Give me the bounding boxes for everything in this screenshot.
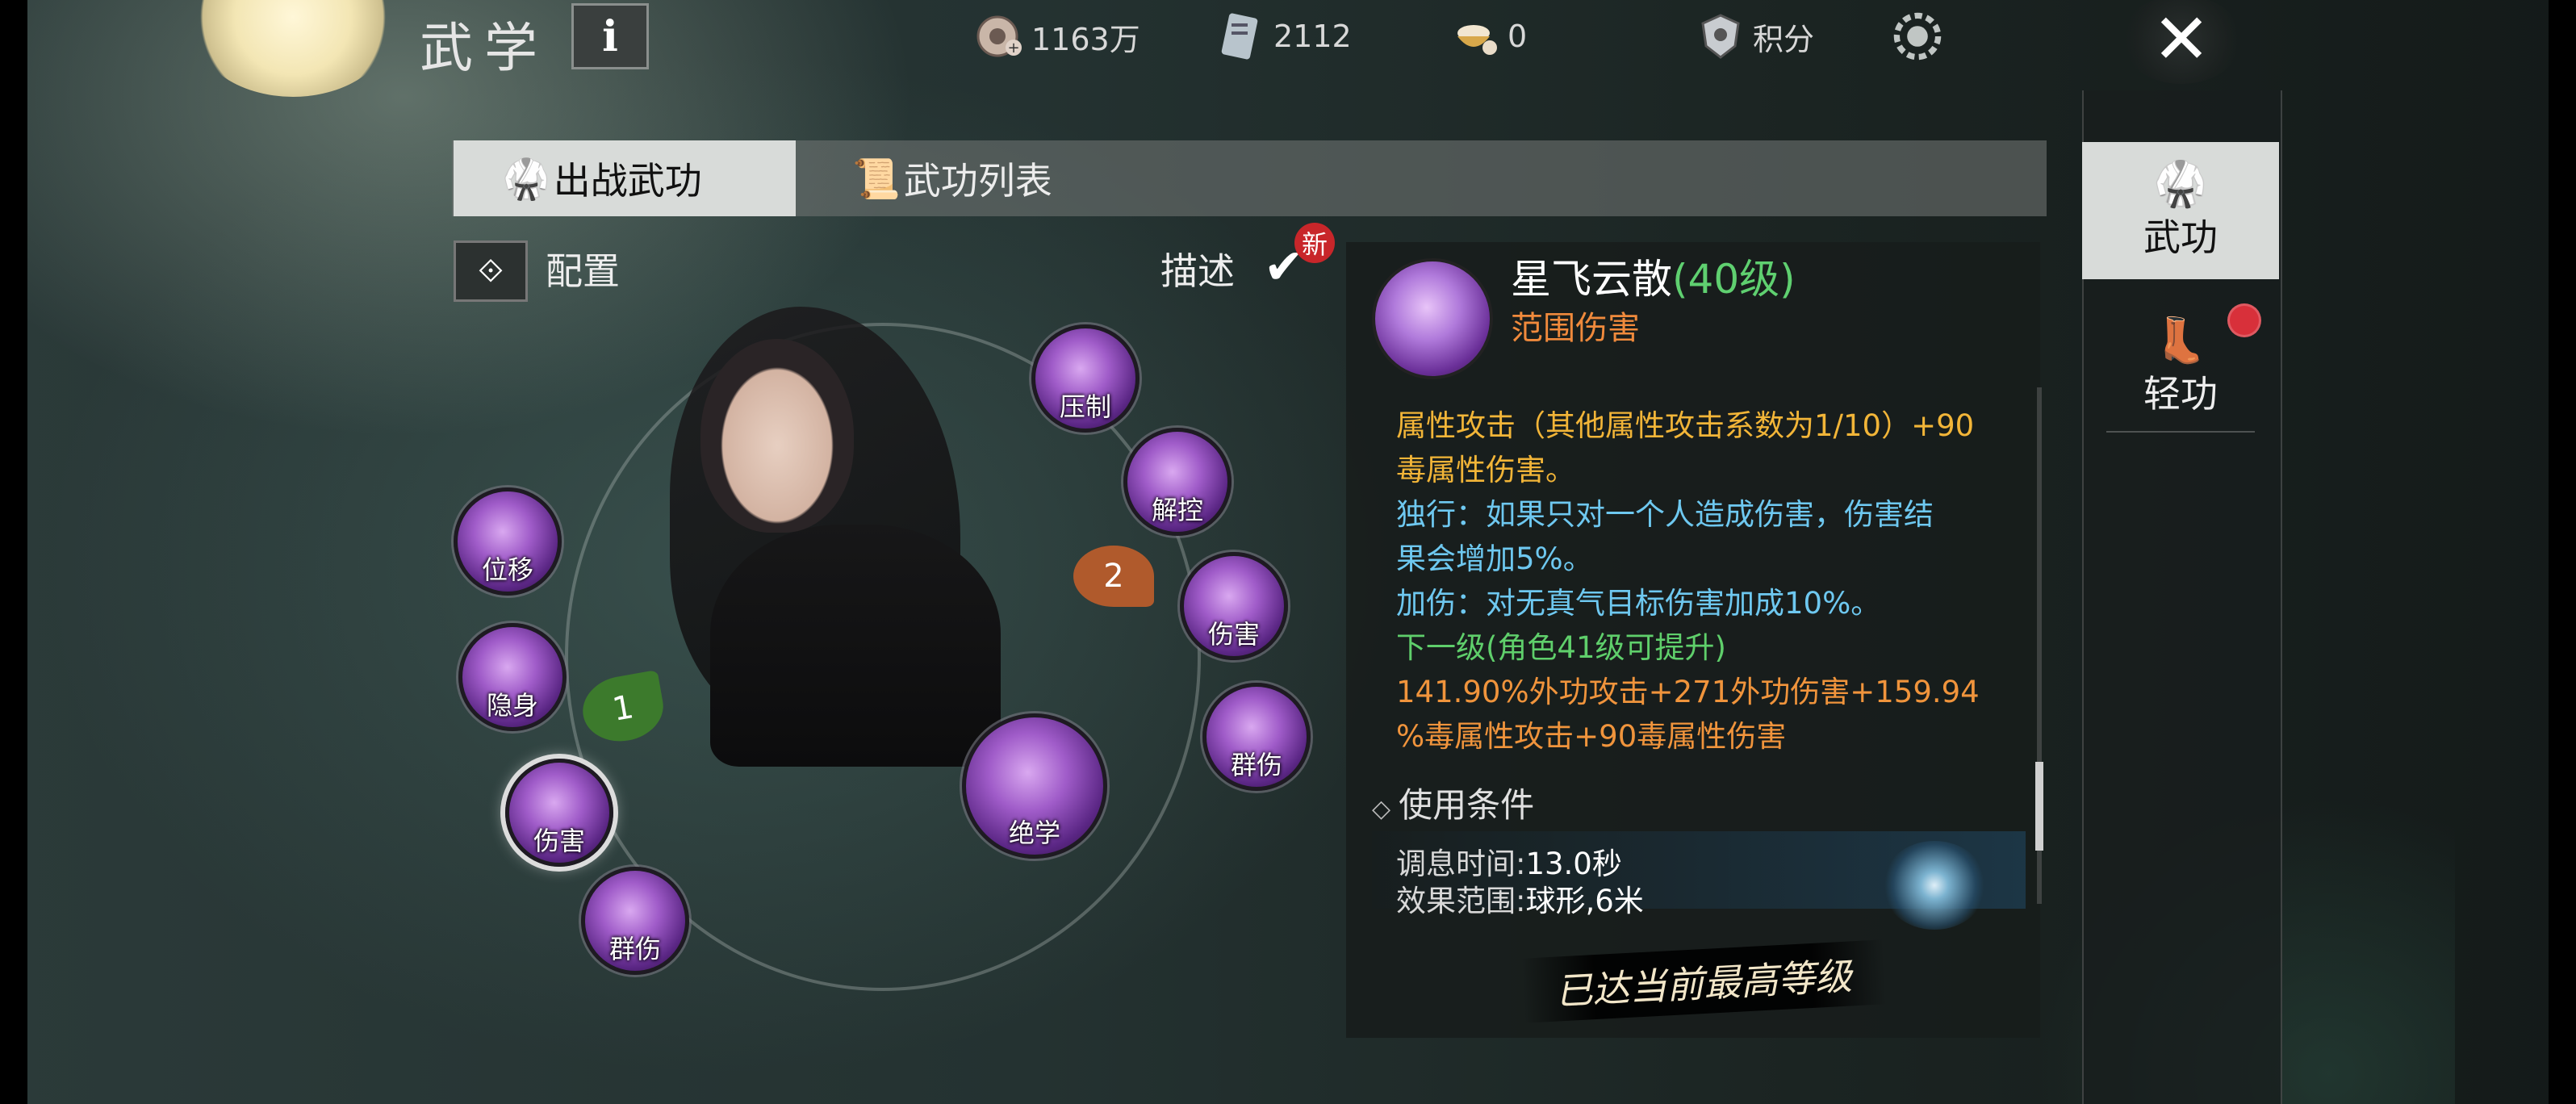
close-icon: ✕ — [2152, 0, 2211, 80]
skill-description[interactable]: 属性攻击（其他属性攻击系数为1/10）+90 毒属性伤害。 独行：如果只对一个人… — [1396, 404, 2026, 759]
tab-skill-list[interactable]: 📜 武功列表 — [849, 140, 1052, 216]
skill-label: 伤害 — [533, 826, 585, 856]
skill-slot-aoe-left[interactable]: 群伤 — [581, 867, 689, 975]
skill-slot-break-control[interactable]: 解控 — [1123, 428, 1232, 536]
scroll-icon: 📜 — [852, 156, 901, 202]
shield-icon — [1695, 10, 1746, 62]
slot-badge-2: 2 — [1073, 546, 1154, 607]
diamond-icon: ◇ — [1372, 795, 1391, 823]
skill-slot-stealth[interactable]: 隐身 — [458, 623, 567, 731]
skill-label: 伤害 — [1207, 619, 1260, 650]
skill-level: (40级) — [1672, 256, 1796, 303]
description-scroll-thumb[interactable] — [2035, 762, 2043, 851]
boot-icon: 👢 — [2153, 315, 2208, 366]
skill-label: 位移 — [481, 554, 533, 585]
skill-name-text: 星飞云散 — [1511, 256, 1672, 303]
skill-slot-damage-selected[interactable]: 伤害 — [505, 759, 613, 867]
notification-dot — [2227, 303, 2261, 337]
letterbox-left — [0, 0, 27, 1104]
bowl-value: 0 — [1508, 19, 1528, 54]
currency-bowl: 0 — [1449, 8, 1527, 65]
skill-label: 绝学 — [1008, 818, 1060, 848]
side-tab-martial-arts[interactable]: 🥋 武功 — [2082, 142, 2279, 279]
skill-label: 隐身 — [486, 690, 538, 721]
page-title: 武学 — [420, 17, 549, 79]
skill-type: 范围伤害 — [1511, 310, 1640, 347]
coin-icon: + — [973, 10, 1025, 62]
tab-label: 武功列表 — [903, 159, 1052, 203]
range-radar-icon — [1882, 841, 1987, 930]
skill-name: 星飞云散(40级) — [1511, 247, 1796, 305]
skill-slot-suppress[interactable]: 压制 — [1031, 324, 1140, 433]
skill-slot-aoe-right[interactable]: 群伤 — [1202, 683, 1311, 791]
side-tab-label: 轻功 — [2143, 372, 2218, 416]
desc-line: 141.90%外功攻击+271外功伤害+159.94 — [1396, 675, 1980, 709]
fighter-icon: 🥋 — [502, 156, 550, 202]
desc-line: 毒属性伤害。 — [1396, 453, 1575, 487]
character-portrait — [700, 339, 854, 533]
desc-line: 下一级(角色41级可提升) — [1396, 630, 1726, 665]
gear-icon — [1892, 10, 1943, 62]
new-badge: 新 — [1294, 223, 1335, 263]
use-condition-label: 使用条件 — [1399, 785, 1535, 825]
link-icon: ⟐ — [478, 253, 504, 290]
desc-line: 果会增加5%。 — [1396, 542, 1593, 576]
tab-label: 出战武功 — [553, 159, 702, 203]
ticket-value: 2112 — [1273, 19, 1352, 54]
use-condition-header: ◇ 使用条件 — [1372, 778, 1534, 827]
range-label: 效果范围: — [1396, 884, 1526, 918]
desc-line: 属性攻击（其他属性攻击系数为1/10）+90 — [1396, 408, 1975, 443]
currency-ticket: 2112 — [1215, 8, 1352, 65]
coin-value: 1163万 — [1031, 21, 1140, 57]
skill-detail-icon — [1372, 258, 1493, 379]
info-button[interactable]: i — [571, 3, 649, 69]
currency-coin: + 1163万 — [973, 8, 1140, 65]
config-label[interactable]: 配置 — [546, 242, 620, 295]
desc-line: %毒属性攻击+90毒属性伤害 — [1396, 719, 1787, 754]
side-tab-label: 武功 — [2143, 215, 2218, 259]
svg-text:+: + — [1007, 40, 1019, 56]
skill-label: 压制 — [1059, 391, 1111, 422]
skill-slot-damage-right[interactable]: 伤害 — [1180, 552, 1288, 660]
ticket-icon — [1215, 10, 1267, 62]
tab-equipped-skills[interactable]: 🥋 出战武功 — [454, 140, 796, 216]
divider — [2106, 431, 2255, 433]
settings-gear-button[interactable] — [1892, 8, 1950, 65]
describe-label[interactable]: 描述 — [1160, 242, 1235, 295]
skill-label: 解控 — [1151, 495, 1203, 525]
skill-slot-ultimate[interactable]: 绝学 — [962, 713, 1107, 859]
skill-slot-dash[interactable]: 位移 — [454, 487, 562, 596]
desc-line: 加伤：对无真气目标伤害加成10%。 — [1396, 586, 1881, 621]
fighter-icon: 🥋 — [2153, 158, 2208, 209]
range-value: 球形,6米 — [1525, 884, 1644, 918]
skill-label: 群伤 — [608, 934, 661, 964]
desc-line: 独行：如果只对一个人造成伤害，伤害结 — [1396, 497, 1934, 532]
points-label: 积分 — [1753, 21, 1815, 57]
character-body — [710, 525, 1001, 767]
bowl-icon — [1449, 10, 1501, 62]
skill-label: 群伤 — [1230, 750, 1282, 780]
letterbox-right — [2549, 0, 2576, 1104]
range-row: 效果范围:球形,6米 — [1396, 876, 1644, 920]
points-button[interactable]: 积分 — [1695, 8, 1814, 65]
config-button[interactable]: ⟐ — [454, 240, 528, 302]
